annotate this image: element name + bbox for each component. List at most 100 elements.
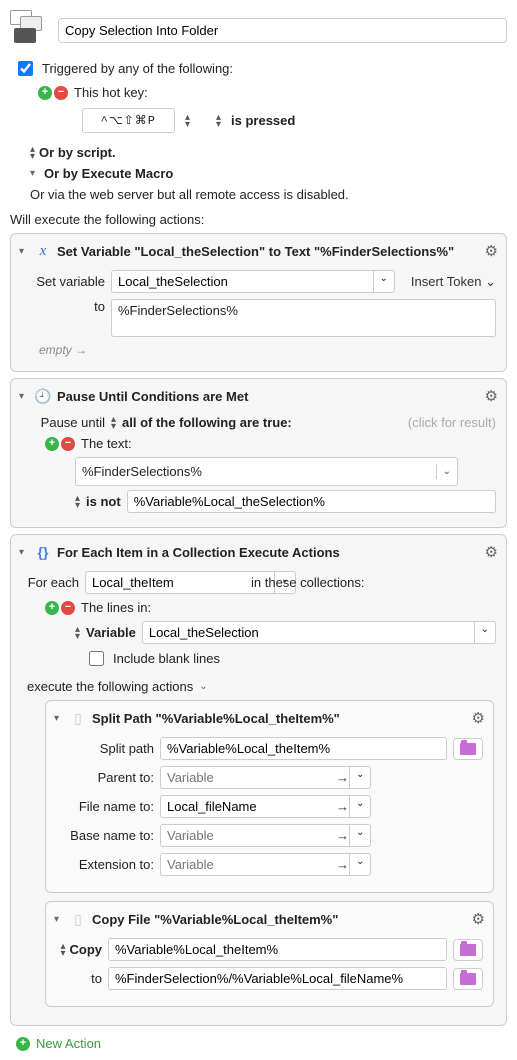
collection-source-selector[interactable]: ▴▾ bbox=[75, 626, 80, 640]
choose-dest-folder-button[interactable] bbox=[453, 968, 483, 990]
split-path-label: Split path bbox=[62, 741, 154, 756]
arrow-icon: → bbox=[336, 857, 349, 872]
include-blank-label: Include blank lines bbox=[113, 651, 220, 666]
execute-actions-label: execute the following actions bbox=[27, 679, 193, 694]
hotkey-trigger-label: This hot key: bbox=[74, 85, 148, 100]
action-pause-until: ▾ 🕘 Pause Until Conditions are Met ⚙ Pau… bbox=[10, 378, 507, 528]
add-condition-button[interactable]: + bbox=[45, 437, 59, 451]
macro-title-input[interactable] bbox=[58, 18, 507, 43]
split-path-input[interactable] bbox=[160, 737, 447, 760]
comparison-value-input[interactable] bbox=[127, 490, 496, 513]
copy-mode-selector[interactable]: ▴▾ bbox=[60, 943, 65, 957]
copy-source-input[interactable] bbox=[108, 938, 447, 961]
hotkey-mode-selector[interactable]: ▴▾ bbox=[216, 114, 221, 128]
add-collection-button[interactable]: + bbox=[45, 601, 59, 615]
lines-in-label: The lines in: bbox=[81, 600, 151, 615]
or-by-execute-macro-label: Or by Execute Macro bbox=[44, 166, 173, 181]
dropdown-caret[interactable]: ⌄ bbox=[349, 824, 371, 847]
folder-icon bbox=[460, 944, 476, 956]
remove-trigger-button[interactable]: − bbox=[54, 86, 68, 100]
action-disclosure[interactable]: ▾ bbox=[54, 713, 64, 724]
trigger-add-remove: + − bbox=[38, 86, 68, 100]
filename-to-label: File name to: bbox=[62, 799, 154, 814]
arrow-icon: → bbox=[336, 799, 349, 814]
action-split-path: ▾ ▯ Split Path "%Variable%Local_theItem%… bbox=[45, 700, 494, 893]
macro-folder-icon bbox=[10, 10, 50, 50]
action-disclosure[interactable]: ▾ bbox=[54, 914, 64, 925]
triggers-enabled-checkbox[interactable] bbox=[18, 61, 33, 76]
parent-to-label: Parent to: bbox=[62, 770, 154, 785]
hotkey-type-selector[interactable]: ▴▾ bbox=[185, 114, 190, 128]
for-each-label: For each bbox=[27, 575, 79, 590]
action-disclosure[interactable]: ▾ bbox=[19, 547, 29, 558]
parent-variable-input[interactable] bbox=[160, 766, 349, 789]
action-disclosure[interactable]: ▾ bbox=[19, 246, 29, 257]
action-title: Pause Until Conditions are Met bbox=[57, 389, 479, 404]
click-for-result[interactable]: (click for result) bbox=[408, 415, 496, 430]
variable-name-input[interactable] bbox=[111, 270, 373, 293]
arrow-icon: → bbox=[336, 828, 349, 843]
dropdown-caret[interactable]: ⌄ bbox=[349, 795, 371, 818]
extension-to-label: Extension to: bbox=[62, 857, 154, 872]
file-icon: ▯ bbox=[70, 911, 86, 927]
collection-variable-input[interactable] bbox=[142, 621, 474, 644]
file-icon: ▯ bbox=[70, 710, 86, 726]
dropdown-caret[interactable]: ⌄ bbox=[349, 853, 371, 876]
collection-variable-dropdown[interactable]: ⌄ bbox=[474, 621, 496, 644]
arrow-icon: → bbox=[336, 770, 349, 785]
basename-variable-input[interactable] bbox=[160, 824, 349, 847]
the-text-label: The text: bbox=[81, 436, 132, 451]
action-copy-file: ▾ ▯ Copy File "%Variable%Local_theItem%"… bbox=[45, 901, 494, 1007]
remove-collection-button[interactable]: − bbox=[61, 601, 75, 615]
value-textarea[interactable]: %FinderSelections% bbox=[111, 299, 496, 337]
pause-until-label: Pause until bbox=[27, 415, 105, 430]
is-not-label: is not bbox=[86, 494, 121, 509]
action-title: Split Path "%Variable%Local_theItem%" bbox=[92, 711, 466, 726]
execute-actions-dropdown[interactable]: ⌄ bbox=[199, 681, 209, 692]
folder-icon bbox=[460, 743, 476, 755]
hotkey-field[interactable]: ^⌥⇧⌘P bbox=[82, 108, 175, 133]
filename-variable-input[interactable] bbox=[160, 795, 349, 818]
in-collections-label: in these collections: bbox=[251, 575, 364, 590]
action-set-variable: ▾ x Set Variable "Local_theSelection" to… bbox=[10, 233, 507, 372]
extension-variable-input[interactable] bbox=[160, 853, 349, 876]
empty-indicator: empty → bbox=[39, 343, 500, 357]
choose-folder-button[interactable] bbox=[453, 738, 483, 760]
plus-icon: + bbox=[16, 1037, 30, 1051]
remove-condition-button[interactable]: − bbox=[61, 437, 75, 451]
action-for-each: ▾ {} For Each Item in a Collection Execu… bbox=[10, 534, 507, 1026]
or-by-script-label: Or by script. bbox=[39, 145, 116, 160]
gear-icon[interactable]: ⚙ bbox=[485, 543, 498, 561]
gear-icon[interactable]: ⚙ bbox=[485, 387, 498, 405]
will-execute-label: Will execute the following actions: bbox=[10, 212, 507, 227]
include-blank-checkbox[interactable] bbox=[89, 651, 104, 666]
comparison-selector[interactable]: ▴▾ bbox=[75, 495, 80, 509]
condition-text-input[interactable]: %FinderSelections% bbox=[82, 464, 436, 479]
action-title: Copy File "%Variable%Local_theItem%" bbox=[92, 912, 466, 927]
script-trigger-selector[interactable]: ▴▾ bbox=[30, 146, 35, 160]
clock-icon: 🕘 bbox=[35, 388, 51, 404]
add-trigger-button[interactable]: + bbox=[38, 86, 52, 100]
new-action-button[interactable]: + New Action bbox=[16, 1036, 507, 1051]
variable-icon: x bbox=[35, 243, 51, 259]
hotkey-mode-label: is pressed bbox=[231, 113, 295, 128]
choose-source-folder-button[interactable] bbox=[453, 939, 483, 961]
action-disclosure[interactable]: ▾ bbox=[19, 391, 29, 402]
condition-mode-selector[interactable]: ▴▾ bbox=[111, 416, 116, 430]
all-true-label: all of the following are true: bbox=[122, 415, 292, 430]
loop-variable-input[interactable] bbox=[85, 571, 274, 594]
dropdown-caret[interactable]: ⌄ bbox=[349, 766, 371, 789]
insert-token-button[interactable]: Insert Token ⌄ bbox=[411, 274, 496, 290]
basename-to-label: Base name to: bbox=[62, 828, 154, 843]
gear-icon[interactable]: ⚙ bbox=[472, 709, 485, 727]
gear-icon[interactable]: ⚙ bbox=[472, 910, 485, 928]
condition-text-dropdown[interactable]: ⌄ bbox=[436, 464, 451, 479]
copy-label: Copy bbox=[70, 942, 103, 957]
set-variable-label: Set variable bbox=[27, 274, 105, 289]
variable-dropdown[interactable]: ⌄ bbox=[373, 270, 395, 293]
execute-macro-disclosure[interactable]: ▾ bbox=[30, 168, 40, 179]
braces-icon: {} bbox=[35, 544, 51, 560]
action-title: Set Variable "Local_theSelection" to Tex… bbox=[57, 244, 479, 259]
gear-icon[interactable]: ⚙ bbox=[485, 242, 498, 260]
or-web-server-label: Or via the web server but all remote acc… bbox=[30, 187, 349, 202]
